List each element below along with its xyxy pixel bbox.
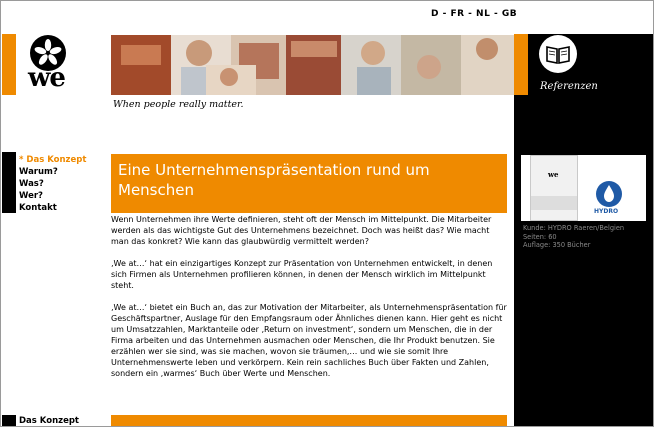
nav-item-was[interactable]: Was?: [19, 178, 86, 190]
nav-marker-bar: [2, 152, 16, 213]
book-thumbnail[interactable]: we: [530, 155, 578, 221]
content-paragraph: Wenn Unternehmen ihre Werte definieren, …: [111, 215, 492, 246]
info-customer: Kunde: HYDRO Raeren/Belgien: [523, 224, 625, 232]
nav-item-das-konzept-bottom[interactable]: Das Konzept: [19, 416, 79, 426]
right-orange-bar: [514, 34, 528, 95]
left-orange-bar: [2, 34, 16, 95]
references-label[interactable]: Referenzen: [540, 81, 598, 92]
play-arrows-icon: ▶▶: [589, 157, 600, 165]
main-content: Wenn Unternehmen ihre Werte definieren, …: [111, 214, 507, 390]
nav-item-wer[interactable]: Wer?: [19, 190, 86, 202]
people-photo-strip: [111, 35, 514, 95]
play-3d-label: PLAY 3D: [602, 157, 631, 165]
hydro-logo-text: HYDRO: [594, 208, 619, 215]
heading-box: Eine Unternehmenspräsentation rund um Me…: [111, 154, 507, 213]
page-title: Eine Unternehmenspräsentation rund um Me…: [118, 161, 430, 199]
page-frame: D - FR - NL - GB we When people really m…: [0, 0, 654, 427]
info-pages: Seiten: 60: [523, 232, 557, 241]
info-edition: Auflage: 350 Bücher: [523, 241, 591, 249]
reference-info: Kunde: HYDRO Raeren/Belgien Seiten: 60 A…: [523, 224, 624, 250]
tagline: When people really matter.: [113, 99, 244, 110]
book-icon[interactable]: [539, 35, 577, 73]
logo-text[interactable]: we: [28, 65, 66, 91]
right-column-top: [514, 1, 653, 34]
hydro-logo-icon: [596, 181, 622, 207]
language-selector[interactable]: D - FR - NL - GB: [431, 9, 517, 19]
play-3d-link[interactable]: ▶▶ PLAY 3D: [589, 157, 631, 165]
main-nav: * Das Konzept Warum? Was? Wer? Kontakt: [19, 154, 86, 214]
nav-item-warum[interactable]: Warum?: [19, 166, 86, 178]
book-cover-band: [531, 196, 577, 210]
content-paragraph: ‚We at…‘ hat ein einzigartiges Konzept z…: [111, 259, 493, 290]
nav-marker-bar-bottom: [2, 415, 16, 426]
book-logo-text: we: [548, 170, 559, 179]
content-paragraph: ‚We at…‘ bietet ein Buch an, das zur Mot…: [111, 303, 507, 378]
nav-item-das-konzept[interactable]: * Das Konzept: [19, 154, 86, 166]
next-heading-box: [111, 415, 507, 426]
nav-item-kontakt[interactable]: Kontakt: [19, 202, 86, 214]
